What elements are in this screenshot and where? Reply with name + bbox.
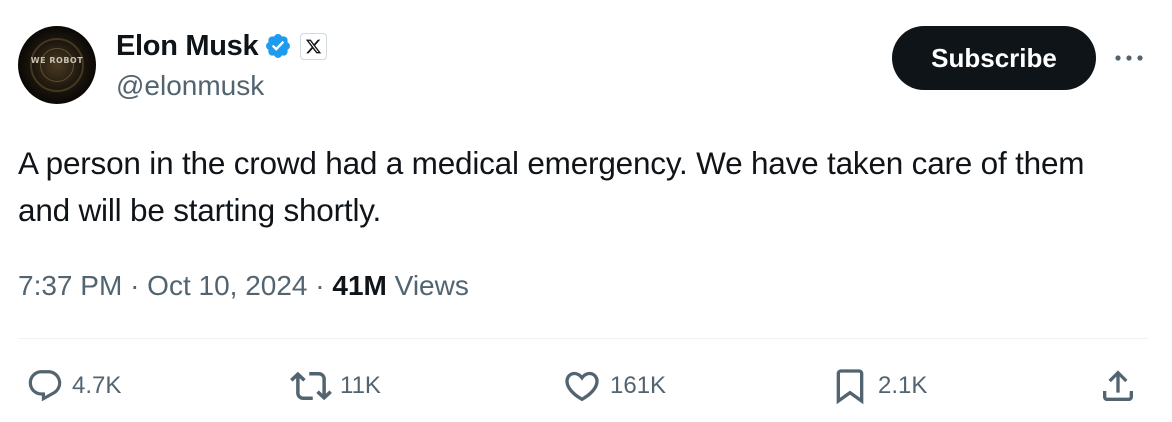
- x-logo-icon[interactable]: [300, 32, 328, 60]
- share-icon: [1103, 370, 1133, 401]
- share-button[interactable]: [1098, 364, 1138, 408]
- meta-separator-2: ·: [315, 270, 333, 301]
- tweet-date[interactable]: Oct 10, 2024: [147, 270, 307, 301]
- tweet-text: A person in the crowd had a medical emer…: [18, 145, 1085, 228]
- repost-icon: [290, 371, 332, 401]
- reply-button[interactable]: 4.7K: [26, 364, 121, 408]
- avatar-inner-ring-decoration: [40, 48, 74, 82]
- meta-separator: ·: [130, 270, 148, 301]
- display-name[interactable]: Elon Musk: [116, 26, 259, 66]
- views-label: Views: [394, 270, 469, 301]
- author-name-row: Elon Musk: [116, 26, 328, 66]
- reply-icon: [28, 370, 62, 402]
- bookmark-icon: [836, 369, 864, 405]
- subscribe-button[interactable]: Subscribe: [892, 26, 1096, 90]
- views-count: 41M: [332, 270, 395, 301]
- reply-count: 4.7K: [72, 372, 122, 399]
- more-options-icon[interactable]: [1112, 44, 1146, 72]
- bookmark-button[interactable]: 2.1K: [830, 364, 927, 408]
- tweet-card: WE ROBOT Elon Musk @elonmusk Subscribe A…: [0, 0, 1172, 422]
- avatar[interactable]: WE ROBOT: [18, 26, 96, 104]
- repost-button[interactable]: 11K: [290, 364, 381, 408]
- author-handle[interactable]: @elonmusk: [116, 68, 264, 104]
- verified-badge-icon[interactable]: [264, 32, 292, 60]
- like-button[interactable]: 161K: [562, 364, 666, 408]
- bookmark-count: 2.1K: [878, 372, 928, 399]
- divider: [18, 338, 1148, 339]
- heart-icon: [565, 371, 599, 402]
- avatar-logo-text: WE ROBOT: [30, 56, 84, 65]
- tweet-time[interactable]: 7:37 PM: [18, 270, 122, 301]
- tweet-meta: 7:37 PM · Oct 10, 2024 · 41M Views: [18, 266, 469, 306]
- repost-count: 11K: [340, 372, 381, 399]
- like-count: 161K: [610, 372, 667, 399]
